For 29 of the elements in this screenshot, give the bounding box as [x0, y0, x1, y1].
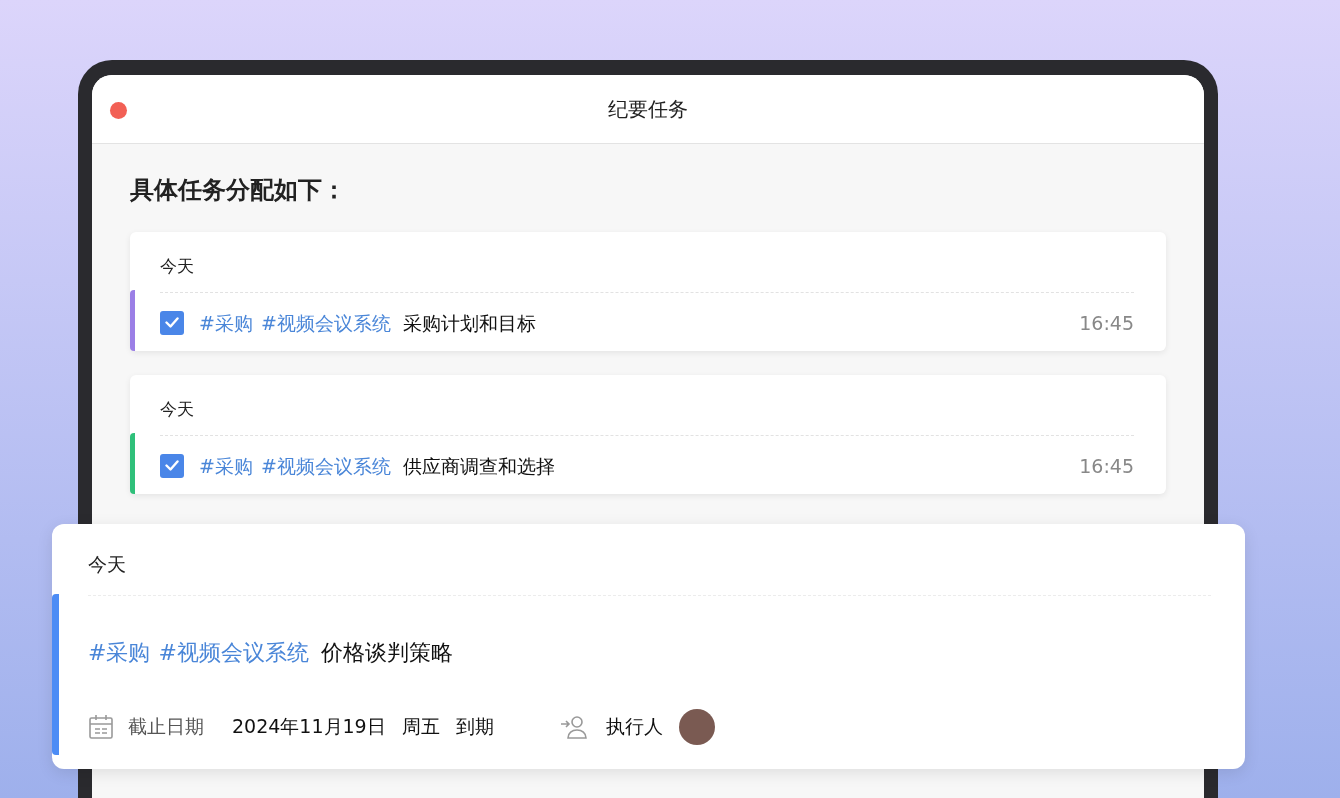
- assignee-label: 执行人: [605, 714, 663, 740]
- tag-label[interactable]: #采购: [199, 308, 253, 337]
- tag-label[interactable]: #视频会议系统: [158, 635, 309, 669]
- due-status: 到期: [455, 714, 494, 740]
- avatar[interactable]: [678, 708, 715, 745]
- due-date: 2024年11月19日: [232, 714, 386, 740]
- check-icon: [165, 460, 179, 472]
- section-heading: 具体任务分配如下：: [130, 175, 347, 206]
- task-title: 价格谈判策略: [320, 638, 453, 667]
- due-label: 截止日期: [128, 714, 204, 740]
- date-label: 今天: [160, 398, 195, 421]
- due-weekday: 周五: [401, 714, 440, 740]
- check-icon: [165, 317, 179, 329]
- task-title: 供应商调查和选择: [402, 453, 555, 479]
- task-time: 16:45: [1079, 453, 1134, 479]
- tag-label[interactable]: #视频会议系统: [260, 451, 391, 480]
- window-title: 纪要任务: [608, 96, 688, 123]
- tag-label[interactable]: #采购: [88, 635, 151, 669]
- task-title: 采购计划和目标: [402, 310, 536, 336]
- task-time: 16:45: [1079, 310, 1134, 336]
- calendar-icon: [88, 713, 114, 740]
- tag-label[interactable]: #采购: [199, 451, 253, 480]
- tag-label[interactable]: #视频会议系统: [260, 308, 391, 337]
- task-checkbox[interactable]: [160, 310, 184, 335]
- task-checkbox[interactable]: [160, 453, 184, 478]
- date-label: 今天: [88, 552, 127, 577]
- assignee-icon: [559, 713, 588, 740]
- date-label: 今天: [160, 255, 195, 278]
- close-button[interactable]: [110, 102, 127, 119]
